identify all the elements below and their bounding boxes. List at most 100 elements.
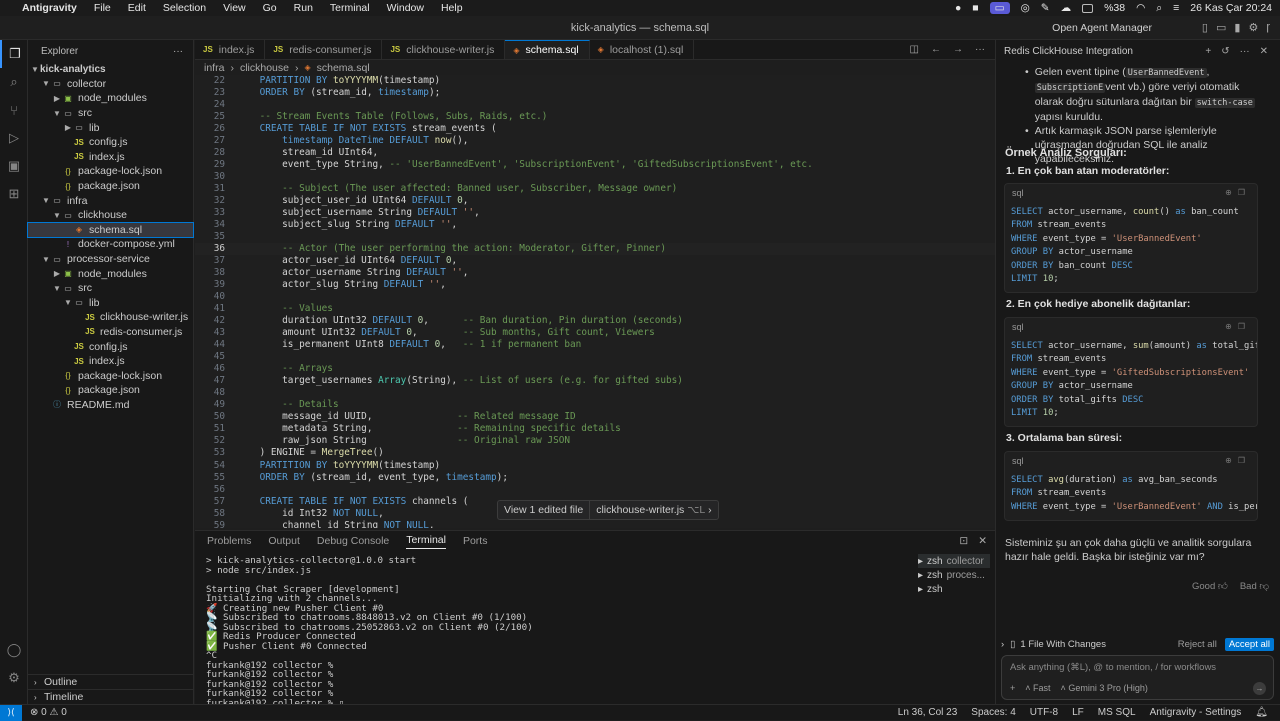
- insert-icon[interactable]: ⊕: [1225, 456, 1238, 465]
- copy-icon[interactable]: ❐: [1238, 322, 1251, 331]
- terminal-item[interactable]: ▸ zsh proces...: [918, 568, 990, 582]
- more-actions-icon[interactable]: ···: [1240, 46, 1250, 57]
- code-line[interactable]: 48: [195, 387, 995, 399]
- menu-file[interactable]: File: [94, 2, 111, 14]
- code-line[interactable]: 59 channel_id String NOT NULL,: [195, 520, 995, 528]
- terminal-item[interactable]: ▸ zsh: [918, 582, 990, 596]
- code-line[interactable]: 49 -- Details: [195, 399, 995, 411]
- bad-button[interactable]: Bad 👎︎: [1240, 580, 1269, 592]
- status-app-icon-3[interactable]: ◎: [1021, 2, 1030, 14]
- tree-item[interactable]: {} package.json: [28, 383, 193, 398]
- code-line[interactable]: 45: [195, 351, 995, 363]
- cloud-icon[interactable]: ☁: [1061, 2, 1072, 14]
- menu-go[interactable]: Go: [263, 2, 277, 14]
- insert-icon[interactable]: ⊕: [1225, 188, 1238, 197]
- notifications-icon[interactable]: 🔔︎: [1255, 707, 1268, 718]
- more-actions-icon[interactable]: ···: [173, 46, 183, 57]
- tree-item[interactable]: JS index.js: [28, 354, 193, 369]
- view-edited-files-button[interactable]: View 1 edited file: [498, 501, 591, 519]
- go-forward-icon[interactable]: →: [953, 44, 963, 55]
- clock[interactable]: 26 Kas Çar 20:24: [1190, 2, 1272, 14]
- account-icon[interactable]: ◯: [0, 636, 28, 664]
- extensions-icon[interactable]: ⊞: [0, 180, 28, 208]
- tree-item[interactable]: JS redis-consumer.js: [28, 325, 193, 340]
- tree-item[interactable]: JS index.js: [28, 150, 193, 165]
- code-line[interactable]: 27 timestamp DateTime DEFAULT now(),: [195, 135, 995, 147]
- problems-indicator[interactable]: ⊗ 0 ⚠ 0: [30, 707, 67, 718]
- open-agent-manager-button[interactable]: Open Agent Manager: [1052, 22, 1152, 34]
- tree-item[interactable]: ▶ ▣ node_modules: [28, 266, 193, 281]
- more-actions-icon[interactable]: ···: [975, 44, 985, 55]
- reject-all-button[interactable]: Reject all: [1178, 639, 1217, 650]
- tree-item[interactable]: ▶ ▣ node_modules: [28, 91, 193, 106]
- chevron-right-icon[interactable]: ›: [1001, 639, 1004, 650]
- settings-status[interactable]: Antigravity - Settings: [1150, 707, 1242, 718]
- tree-item[interactable]: ▼ ▭ lib: [28, 296, 193, 311]
- send-arrow-icon[interactable]: →: [1253, 682, 1266, 695]
- tab-index-js[interactable]: JS index.js: [195, 40, 266, 59]
- tree-item[interactable]: JS config.js: [28, 135, 193, 150]
- copy-icon[interactable]: ❐: [1238, 456, 1251, 465]
- search-view-icon[interactable]: ⌕: [0, 68, 28, 96]
- battery-icon[interactable]: [1082, 3, 1094, 13]
- close-panel-icon[interactable]: ✕: [978, 535, 987, 547]
- control-center-icon[interactable]: ≡: [1173, 2, 1179, 14]
- code-line[interactable]: 22 PARTITION BY toYYYYMM(timestamp): [195, 75, 995, 87]
- end-of-line[interactable]: LF: [1072, 707, 1084, 718]
- code-line[interactable]: 37 actor_user_id UInt64 DEFAULT 0,: [195, 255, 995, 267]
- tree-item[interactable]: ! docker-compose.yml: [28, 237, 193, 252]
- tree-item[interactable]: {} package-lock.json: [28, 164, 193, 179]
- copy-icon[interactable]: ❐: [1238, 188, 1251, 197]
- tree-item[interactable]: ▼ ▭ collector: [28, 77, 193, 92]
- tab-clickhouse-writer-js[interactable]: JS clickhouse-writer.js: [382, 40, 506, 59]
- timeline-section[interactable]: › Timeline: [28, 689, 194, 704]
- code-line[interactable]: 33 subject_username String DEFAULT '',: [195, 207, 995, 219]
- tab-output[interactable]: Output: [268, 535, 300, 547]
- breadcrumb-item[interactable]: schema.sql: [317, 62, 370, 74]
- tree-item[interactable]: ◈ schema.sql: [27, 221, 194, 239]
- code-line[interactable]: 26 CREATE TABLE IF NOT EXISTS stream_eve…: [195, 123, 995, 135]
- close-icon[interactable]: ✕: [1260, 46, 1268, 57]
- code-line[interactable]: 53 ) ENGINE = MergeTree(): [195, 447, 995, 459]
- code-line[interactable]: 38 actor_username String DEFAULT '',: [195, 267, 995, 279]
- manage-gear-icon[interactable]: ⚙: [0, 664, 28, 692]
- language-mode[interactable]: MS SQL: [1098, 707, 1136, 718]
- code-line[interactable]: 23 ORDER BY (stream_id, timestamp);: [195, 87, 995, 99]
- tab-terminal[interactable]: Terminal: [406, 534, 446, 549]
- tree-root[interactable]: ▼ kick-analytics: [28, 62, 193, 77]
- code-line[interactable]: 46 -- Arrays: [195, 363, 995, 375]
- terminal-output[interactable]: > kick-analytics-collector@1.0.0 start > …: [206, 556, 906, 708]
- outline-section[interactable]: › Outline: [28, 674, 194, 689]
- code-line[interactable]: 44 is_permanent UInt8 DEFAULT 0, -- 1 if…: [195, 339, 995, 351]
- code-line[interactable]: 50 message_id UUID, -- Related message I…: [195, 411, 995, 423]
- tree-item[interactable]: ⓘ README.md: [28, 398, 193, 413]
- indentation[interactable]: Spaces: 4: [971, 707, 1015, 718]
- agent-input[interactable]: Ask anything (⌘L), @ to mention, / for w…: [1001, 655, 1274, 700]
- menu-edit[interactable]: Edit: [128, 2, 146, 14]
- code-line[interactable]: 39 actor_slug String DEFAULT '',: [195, 279, 995, 291]
- status-app-icon-4[interactable]: ✎: [1041, 2, 1050, 14]
- status-app-icon-2[interactable]: ■: [972, 2, 978, 14]
- tree-item[interactable]: ▶ ▭ lib: [28, 120, 193, 135]
- code-line[interactable]: 47 target_usernames Array(String), -- Li…: [195, 375, 995, 387]
- tree-item[interactable]: {} package.json: [28, 179, 193, 194]
- explorer-icon[interactable]: ❐: [0, 40, 28, 68]
- code-line[interactable]: 25 -- Stream Events Table (Follows, Subs…: [195, 111, 995, 123]
- tab-redis-consumer-js[interactable]: JS redis-consumer.js: [265, 40, 383, 59]
- tab-problems[interactable]: Problems: [207, 535, 251, 547]
- source-control-icon[interactable]: ⑂: [0, 96, 28, 124]
- toggle-sidebar-icon[interactable]: ▯: [1202, 21, 1208, 34]
- breadcrumb-item[interactable]: infra: [204, 62, 224, 74]
- code-line[interactable]: 40: [195, 291, 995, 303]
- add-context-icon[interactable]: +: [1010, 683, 1015, 693]
- menu-selection[interactable]: Selection: [163, 2, 206, 14]
- tab-schema-sql[interactable]: ◈ schema.sql: [505, 40, 590, 59]
- split-editor-icon[interactable]: ◫: [910, 44, 919, 55]
- code-line[interactable]: 32 subject_user_id UInt64 DEFAULT 0,: [195, 195, 995, 207]
- cursor-position[interactable]: Ln 36, Col 23: [898, 707, 958, 718]
- tree-item[interactable]: JS clickhouse-writer.js: [28, 310, 193, 325]
- tree-item[interactable]: JS config.js: [28, 339, 193, 354]
- menu-help[interactable]: Help: [441, 2, 463, 14]
- code-line[interactable]: 41 -- Values: [195, 303, 995, 315]
- tree-item[interactable]: {} package-lock.json: [28, 368, 193, 383]
